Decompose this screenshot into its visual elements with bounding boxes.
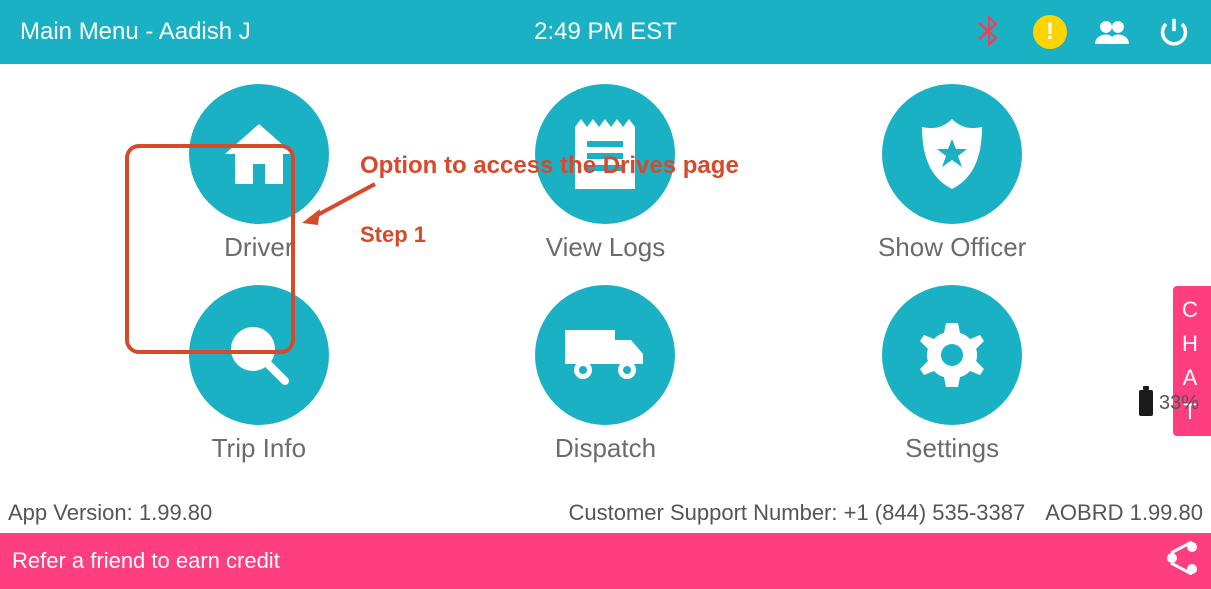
search-icon: [189, 285, 329, 425]
main: Option to access the Drives page Step 1 …: [0, 64, 1211, 526]
annotation-step: Step 1: [360, 222, 426, 248]
alert-icon[interactable]: !: [1033, 15, 1067, 49]
topbar-time: 2:49 PM EST: [534, 18, 677, 46]
info-row: App Version: 1.99.80 Customer Support Nu…: [0, 500, 1211, 526]
badge-icon: [882, 84, 1022, 224]
footer-text: Refer a friend to earn credit: [12, 548, 280, 574]
battery-indicator: 33%: [1139, 390, 1199, 416]
battery-pct: 33%: [1159, 392, 1199, 415]
app-version: App Version: 1.99.80: [8, 500, 212, 526]
chat-letter: C: [1182, 293, 1202, 327]
menu-item-settings[interactable]: Settings: [779, 285, 1126, 486]
menu-label: Trip Info: [212, 433, 306, 464]
footer-refer[interactable]: Refer a friend to earn credit: [0, 533, 1211, 589]
support-number: Customer Support Number: +1 (844) 535-33…: [569, 500, 1026, 526]
battery-icon: [1139, 390, 1153, 416]
menu-label: View Logs: [546, 232, 666, 263]
menu-label: Show Officer: [878, 232, 1026, 263]
aobrd-version: AOBRD 1.99.80: [1045, 500, 1203, 526]
menu-label: Dispatch: [555, 433, 656, 464]
share-icon[interactable]: [1165, 541, 1199, 581]
people-icon[interactable]: [1095, 15, 1129, 49]
bluetooth-icon[interactable]: [971, 15, 1005, 49]
gear-icon: [882, 285, 1022, 425]
power-icon[interactable]: [1157, 15, 1191, 49]
topbar-title: Main Menu - Aadish J: [20, 18, 251, 46]
menu-label: Driver: [224, 232, 293, 263]
menu-label: Settings: [905, 433, 999, 464]
annotation-title: Option to access the Drives page: [360, 152, 739, 180]
menu-item-view-logs[interactable]: View Logs: [432, 84, 779, 285]
chat-letter: H: [1182, 327, 1202, 361]
menu-item-trip-info[interactable]: Trip Info: [86, 285, 433, 486]
menu-item-dispatch[interactable]: Dispatch: [432, 285, 779, 486]
topbar-icons: !: [971, 15, 1191, 49]
home-icon: [189, 84, 329, 224]
menu-grid: Driver View Logs Show Office: [86, 64, 1126, 526]
menu-item-driver[interactable]: Driver: [86, 84, 433, 285]
truck-icon: [535, 285, 675, 425]
topbar: Main Menu - Aadish J 2:49 PM EST !: [0, 0, 1211, 64]
menu-item-show-officer[interactable]: Show Officer: [779, 84, 1126, 285]
